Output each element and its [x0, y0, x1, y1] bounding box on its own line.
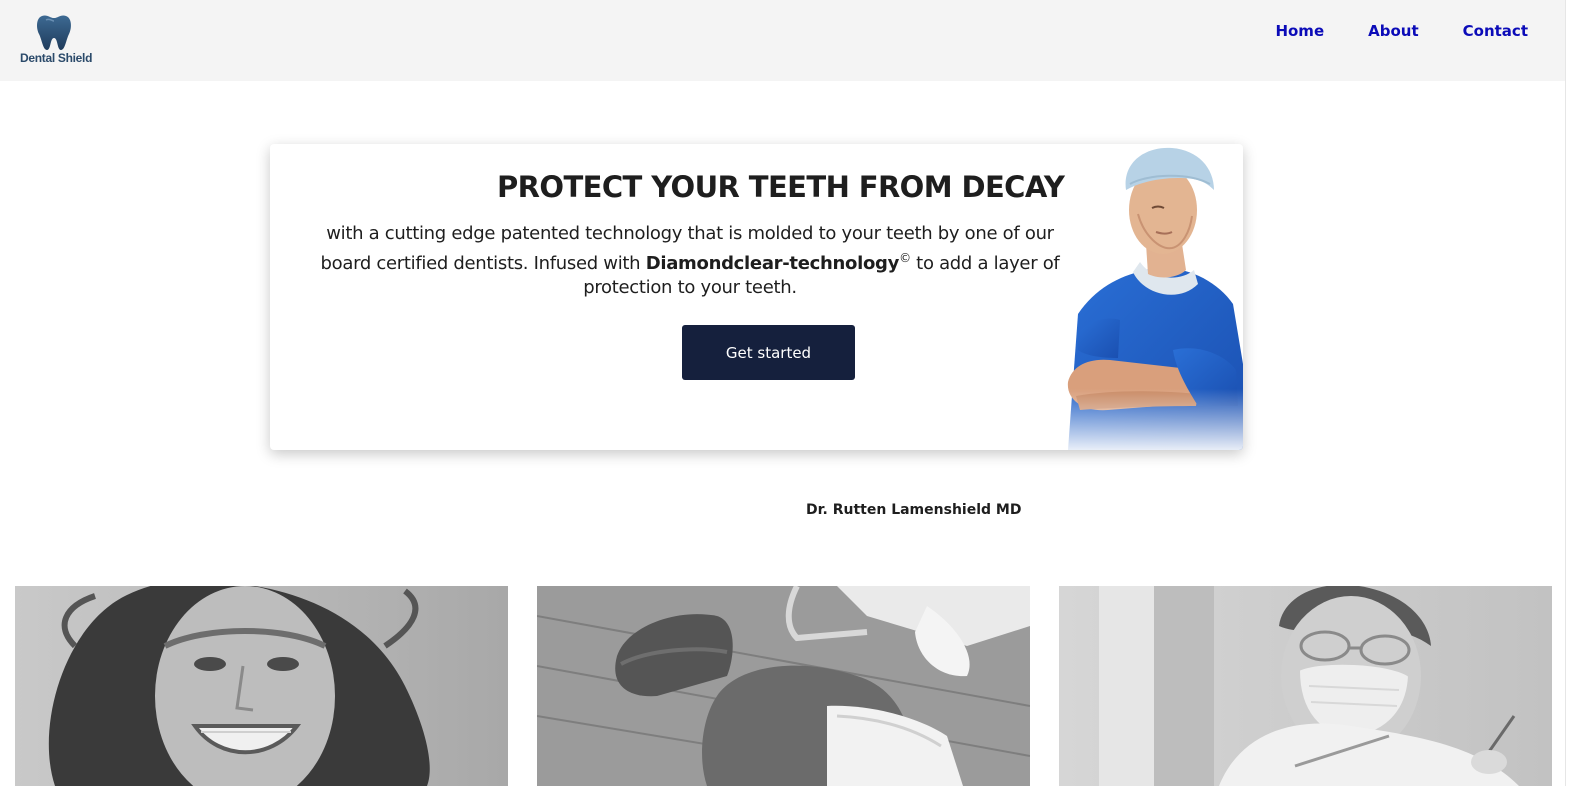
dental-chair-image — [537, 586, 1030, 786]
nav-contact[interactable]: Contact — [1463, 21, 1528, 41]
scrollbar[interactable] — [1565, 0, 1584, 786]
smiling-woman-image — [15, 586, 508, 786]
page: Dental Shield Home About Contact PROTECT… — [0, 0, 1584, 786]
nav-about[interactable]: About — [1368, 21, 1419, 41]
nav-home[interactable]: Home — [1275, 21, 1324, 41]
doctor-caption: Dr. Rutten Lamenshield MD — [806, 502, 1022, 518]
get-started-button[interactable]: Get started — [682, 325, 855, 380]
hero-title: PROTECT YOUR TEETH FROM DECAY — [497, 170, 1065, 204]
main-nav: Home About Contact — [1231, 21, 1528, 41]
hero-text-brand: Diamondclear-technology — [645, 253, 900, 274]
tooth-icon — [37, 15, 71, 51]
logo-link[interactable]: Dental Shield — [20, 12, 94, 68]
copyright-mark: © — [899, 251, 911, 265]
dentist-image — [1048, 144, 1243, 450]
dentist-at-work-image — [1059, 586, 1552, 786]
site-header: Dental Shield Home About Contact — [0, 0, 1566, 81]
logo-text: Dental Shield — [20, 51, 93, 65]
hero-description: with a cutting edge patented technology … — [306, 222, 1074, 300]
hero-card: PROTECT YOUR TEETH FROM DECAY with a cut… — [270, 144, 1243, 450]
